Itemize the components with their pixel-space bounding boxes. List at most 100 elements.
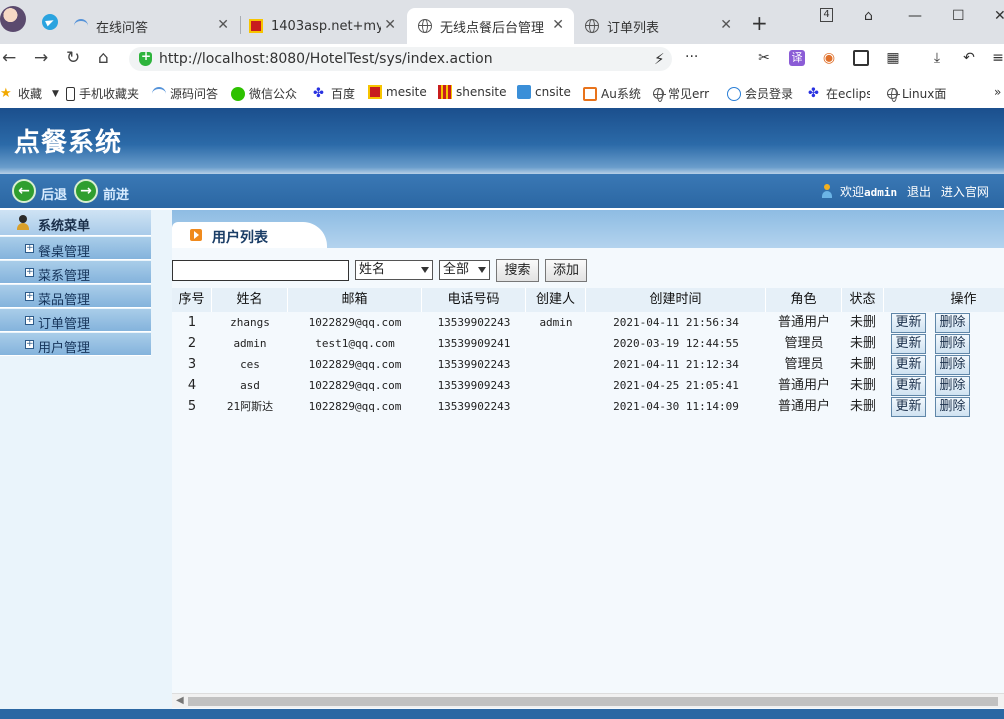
tab-user-list[interactable]: 用户列表 — [172, 222, 327, 248]
delete-button[interactable]: 删除 — [935, 334, 970, 354]
delete-button[interactable]: 删除 — [935, 313, 970, 333]
bookmark-mesite[interactable]: mesite — [368, 85, 427, 99]
undo-icon[interactable]: ↶ — [961, 50, 977, 66]
delete-button[interactable]: 删除 — [935, 397, 970, 417]
scissors-icon[interactable]: ✂ — [756, 50, 772, 66]
browser-tab-admin[interactable]: 无线点餐后台管理 ✕ — [407, 8, 574, 44]
star-icon: ★ — [0, 85, 12, 101]
user-icon — [821, 184, 833, 198]
update-button[interactable]: 更新 — [891, 376, 926, 396]
status-filter-select[interactable]: 全部 — [439, 260, 490, 280]
scroll-left-icon[interactable]: ◀ — [176, 695, 184, 706]
profile-avatar[interactable] — [0, 6, 26, 32]
bookmark-label: 手机收藏夹 — [79, 87, 140, 101]
sidebar-item-orders[interactable]: + 订单管理 — [0, 309, 151, 332]
browser-tab-orders[interactable]: 订单列表 ✕ — [585, 8, 742, 44]
forward-link[interactable]: 前进 — [103, 184, 129, 203]
gamepad-icon[interactable]: ◉ — [821, 50, 837, 66]
bookmark-member[interactable]: 会员登录 — [727, 85, 795, 102]
horizontal-scrollbar[interactable]: ◀ — [172, 693, 1004, 708]
close-icon[interactable]: ✕ — [552, 17, 564, 33]
shirt-icon[interactable]: ⌂ — [864, 8, 873, 24]
close-icon[interactable]: ✕ — [384, 17, 396, 33]
bookmark-cnsite[interactable]: cnsite — [517, 85, 571, 99]
logout-link[interactable]: 退出 — [907, 185, 931, 199]
add-button[interactable]: 添加 — [545, 259, 587, 282]
lightning-icon[interactable]: ⚡ — [654, 50, 665, 68]
bookmark-label: 会员登录 — [745, 87, 794, 101]
bookmark-favorites[interactable]: ★ 收藏 ▼ — [0, 85, 59, 102]
browser-tab-qa[interactable]: 在线问答 ✕ — [74, 8, 239, 44]
update-button[interactable]: 更新 — [891, 334, 926, 354]
bookmark-qa[interactable]: 源码问答 — [152, 85, 218, 102]
orange-icon — [583, 86, 597, 101]
cell-email: 1022829@qq.com — [308, 400, 402, 413]
table-row: 2 admin test1@qq.com 13539909241 2020-03-19 … — [172, 333, 1004, 354]
telegram-icon[interactable] — [42, 14, 58, 30]
table-header: 序号 姓名 邮箱 电话号码 创建人 创建时间 角色 状态 操作 — [172, 288, 1004, 312]
update-button[interactable]: 更新 — [891, 397, 926, 417]
status-filter-value: 全部 — [443, 262, 470, 277]
cell-no: 3 — [187, 357, 197, 372]
sidebar-item-users[interactable]: + 用户管理 — [0, 333, 151, 356]
forward-arrow-icon[interactable]: → — [34, 48, 48, 68]
bookmark-linux[interactable]: Linux面 — [887, 85, 949, 102]
translate-icon[interactable]: 译 — [789, 50, 805, 66]
delete-button[interactable]: 删除 — [935, 376, 970, 396]
sidebar-title: 系统菜单 — [0, 210, 151, 236]
search-field-select[interactable]: 姓名 — [355, 260, 433, 280]
bookmark-wechat[interactable]: 微信公众 — [231, 85, 297, 102]
menu-icon[interactable]: ≡ — [990, 50, 1004, 66]
back-arrow-icon[interactable]: ← — [2, 48, 16, 68]
red-grid-icon — [438, 85, 452, 99]
maximize-icon[interactable]: ☐ — [952, 8, 965, 24]
sidebar-item-tables[interactable]: + 餐桌管理 — [0, 237, 151, 260]
cell-status: 未删 — [849, 336, 876, 351]
search-input[interactable] — [172, 260, 349, 281]
tab-label: 在线问答 — [96, 20, 149, 36]
reader-icon[interactable] — [853, 50, 869, 66]
tab-count-badge[interactable]: 4 — [820, 8, 833, 22]
reload-icon[interactable]: ↻ — [66, 48, 80, 68]
update-button[interactable]: 更新 — [891, 355, 926, 375]
home-icon[interactable]: ⌂ — [98, 48, 109, 68]
bookmark-mobile[interactable]: 手机收藏夹 — [66, 85, 139, 102]
new-tab-button[interactable]: + — [751, 11, 768, 35]
close-icon[interactable]: ✕ — [217, 17, 229, 33]
tab-label: 1403asp.net+mys — [271, 18, 381, 34]
url-text[interactable]: http://localhost:8080/HotelTest/sys/inde… — [159, 51, 493, 67]
close-icon[interactable]: ✕ — [720, 17, 732, 33]
url-box[interactable]: http://localhost:8080/HotelTest/sys/inde… — [129, 47, 698, 71]
official-site-link[interactable]: 进入官网 — [941, 185, 989, 199]
cell-status: 未删 — [849, 378, 876, 393]
security-shield-icon — [139, 49, 152, 66]
close-window-icon[interactable]: ✕ — [994, 8, 1004, 24]
apps-grid-icon[interactable]: ▦ — [885, 50, 901, 66]
delete-button[interactable]: 删除 — [935, 355, 970, 375]
cell-no: 5 — [187, 399, 197, 414]
sidebar-item-cuisines[interactable]: + 菜系管理 — [0, 261, 151, 284]
bookmark-shensite[interactable]: shensite — [438, 85, 507, 99]
scrollbar-thumb[interactable] — [188, 697, 998, 706]
tab-label: 订单列表 — [607, 20, 660, 36]
bookmark-eclipse[interactable]: ✤ 在eclips — [808, 85, 870, 102]
more-dots-icon[interactable]: ··· — [685, 49, 698, 65]
plus-square-icon: + — [25, 243, 34, 253]
bookmark-baidu[interactable]: ✤ 百度 — [313, 85, 355, 102]
download-icon[interactable]: ⤓ — [929, 50, 945, 66]
col-header-name: 姓名 — [212, 288, 288, 312]
search-button[interactable]: 搜索 — [496, 259, 539, 282]
back-link[interactable]: 后退 — [41, 184, 67, 203]
user-menu-icon — [17, 215, 29, 230]
back-arrow-icon[interactable]: ← — [12, 179, 36, 203]
bookmark-au[interactable]: Au系统 — [583, 85, 641, 102]
minimize-icon[interactable]: — — [908, 8, 922, 24]
bookmark-errors[interactable]: 常见err — [653, 85, 713, 102]
paw-icon: ✤ — [808, 85, 819, 101]
table-row: 5 21阿斯达 1022829@qq.com 13539902243 2021-04-3… — [172, 396, 1004, 417]
update-button[interactable]: 更新 — [891, 313, 926, 333]
forward-arrow-icon[interactable]: → — [74, 179, 98, 203]
more-bookmarks-icon[interactable]: » — [994, 85, 1001, 99]
sidebar-item-dishes[interactable]: + 菜品管理 — [0, 285, 151, 308]
browser-tab-asp[interactable]: 1403asp.net+mys ✕ — [249, 8, 406, 44]
